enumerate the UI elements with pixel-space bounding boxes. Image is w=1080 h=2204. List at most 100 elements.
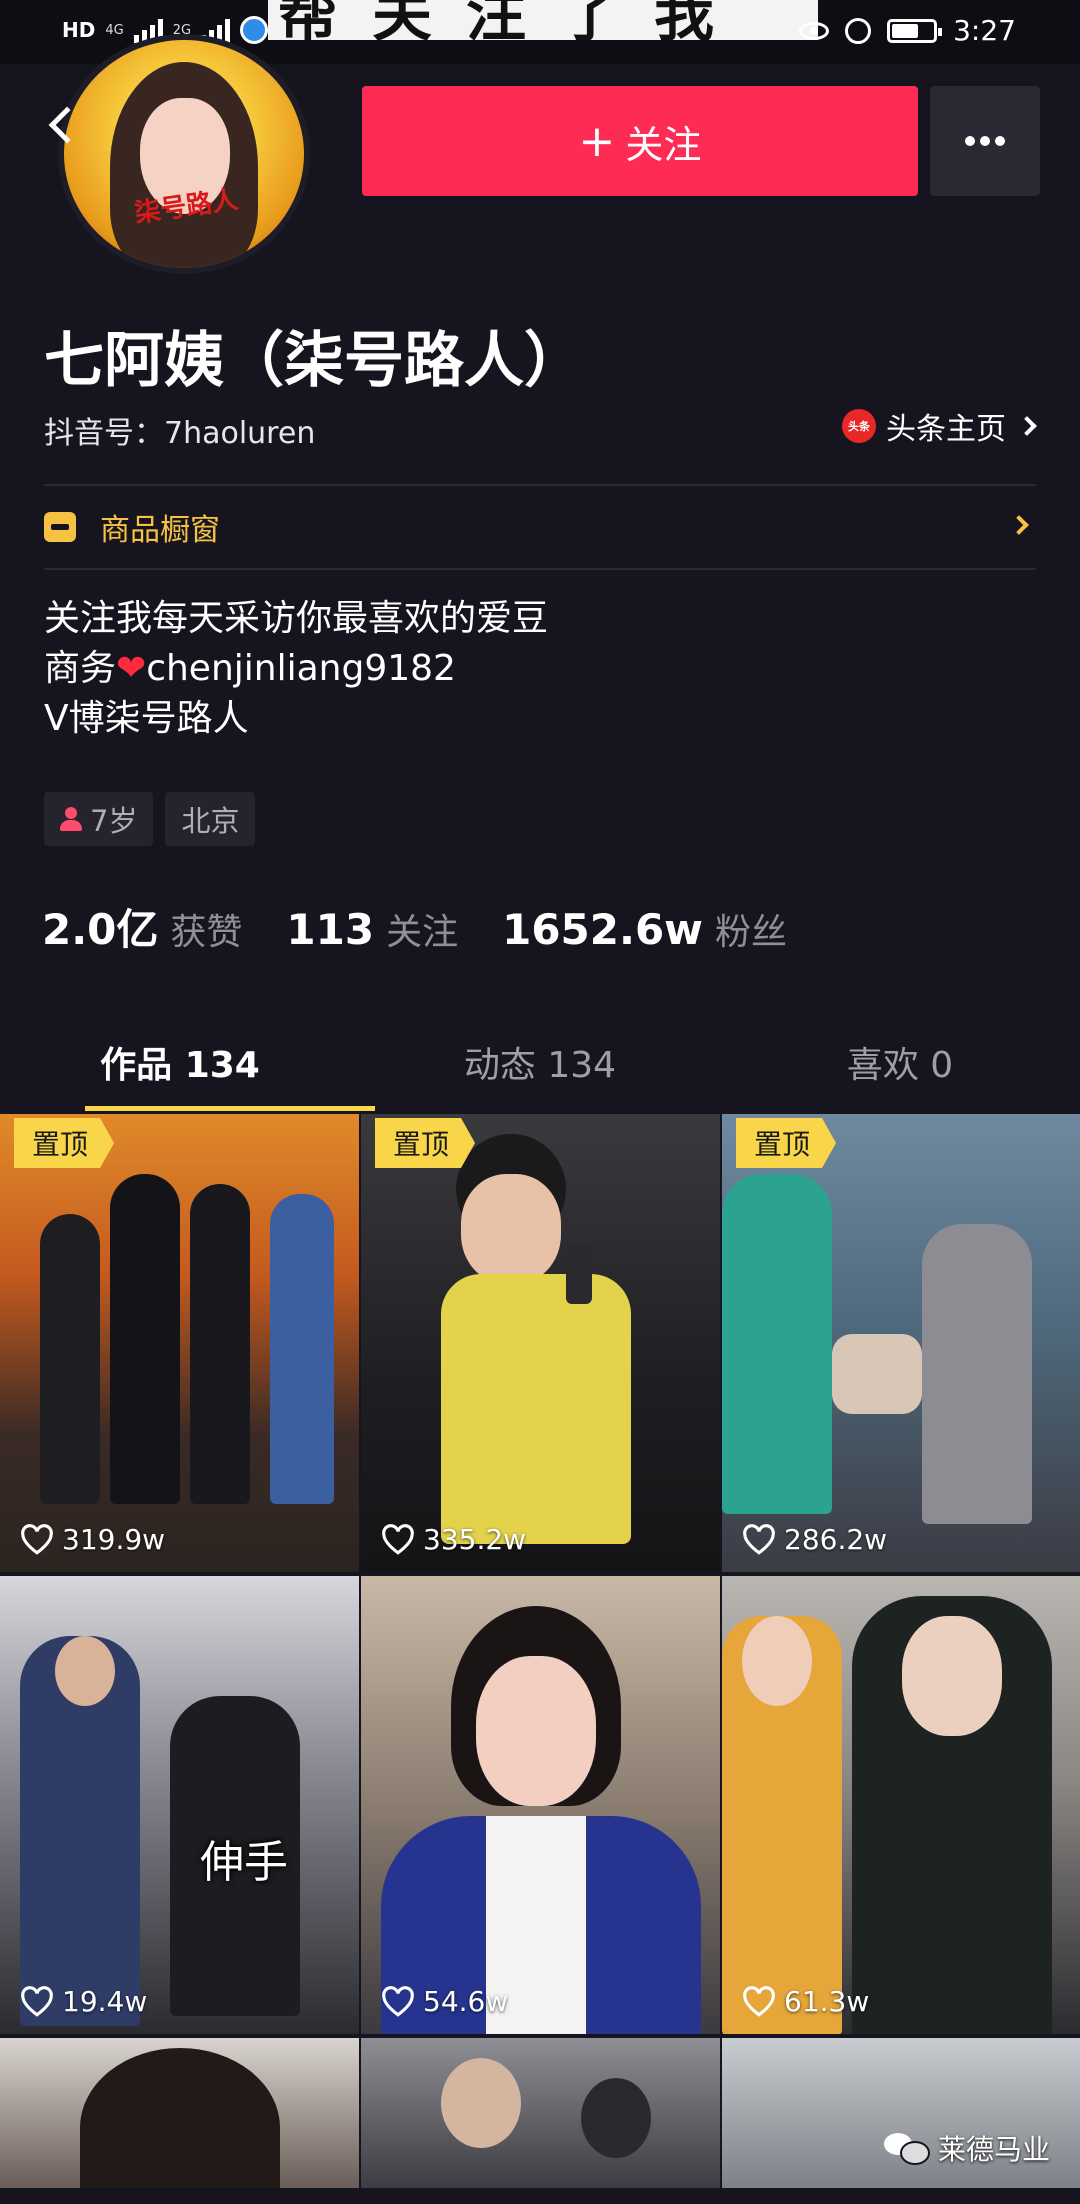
video-caption: 伸手	[200, 1837, 288, 1888]
age-tag: 7岁	[44, 792, 154, 846]
active-tab-indicator	[85, 1106, 375, 1111]
red-heart-icon: ❤	[116, 648, 147, 689]
video-tile[interactable]: 置顶 319.9w	[0, 1114, 359, 1572]
video-likes-count: 335.2w	[423, 1523, 527, 1556]
thumbnail-figure	[902, 1616, 1002, 1736]
overlay-banner-text: 帮关注了我	[278, 0, 748, 40]
profile-page: HD 4G 2G 帮关注了我 3:27 柒号路人 + 关注 七阿姨（柒号路人） …	[0, 0, 1080, 2204]
pinned-badge: 置顶	[375, 1118, 476, 1168]
video-tile[interactable]	[0, 2038, 359, 2188]
bio-contact: chenjinliang9182	[146, 648, 456, 689]
network-type-1: 4G	[105, 22, 124, 38]
video-likes: 335.2w	[381, 1523, 526, 1556]
profile-tags: 7岁 北京	[44, 792, 256, 846]
video-likes: 61.3w	[742, 1985, 869, 2018]
toutiao-label: 头条主页	[886, 412, 1006, 447]
heart-outline-icon	[382, 1523, 414, 1555]
video-grid: 置顶 319.9w 置顶 335.2w 置顶 286.2w 伸手 19.4w 5…	[0, 1114, 1080, 2188]
thumbnail-figure	[55, 1636, 115, 1706]
video-likes: 319.9w	[20, 1523, 165, 1556]
age-text: 7岁	[90, 804, 138, 838]
toutiao-logo-icon: 头条	[842, 409, 876, 443]
thumbnail-figure	[581, 2078, 651, 2158]
follow-button[interactable]: + 关注	[362, 86, 918, 196]
eye-icon	[799, 21, 830, 40]
shop-window-row[interactable]: 商品橱窗	[44, 502, 1036, 552]
city-tag: 北京	[165, 792, 256, 846]
video-tile[interactable]: 54.6w	[361, 1576, 720, 2034]
profile-stats: 2.0亿 获赞 113 关注 1652.6w 粉丝	[42, 896, 831, 957]
likes-label: 获赞	[170, 912, 243, 953]
thumbnail-figure	[190, 1184, 250, 1504]
video-likes-count: 54.6w	[423, 1985, 509, 2018]
plus-icon: +	[578, 115, 616, 167]
fans-label[interactable]: 粉丝	[715, 903, 787, 955]
thumbnail-figure	[722, 1174, 832, 1514]
nickname: 七阿姨（柒号路人）	[44, 326, 584, 396]
video-likes: 54.6w	[381, 1985, 508, 2018]
video-likes: 286.2w	[742, 1523, 887, 1556]
battery-icon	[887, 18, 943, 43]
watermark-text: 莱德马业	[937, 2133, 1050, 2166]
bio-line-1: 关注我每天采访你最喜欢的爱豆	[44, 598, 549, 639]
heart-outline-icon	[21, 1523, 53, 1555]
chevron-right-icon	[1009, 515, 1029, 535]
tab-works[interactable]: 作品 134	[0, 1010, 360, 1114]
more-options-button[interactable]	[930, 86, 1040, 196]
thumbnail-figure	[476, 1656, 596, 1806]
likes-count: 2.0亿	[42, 905, 159, 954]
female-icon	[60, 807, 82, 831]
shop-window-label: 商品橱窗	[100, 513, 220, 548]
thumbnail-figure	[461, 1174, 561, 1284]
chevron-right-icon	[1017, 416, 1037, 436]
heart-outline-icon	[21, 1985, 53, 2017]
alarm-icon	[845, 17, 872, 44]
following-label[interactable]: 关注	[386, 903, 458, 955]
thumbnail-figure	[80, 2048, 280, 2188]
video-tile[interactable]: 置顶 335.2w	[361, 1114, 720, 1572]
status-bar-right: 3:27	[799, 14, 1016, 47]
toutiao-homepage-link[interactable]: 头条 头条主页	[842, 404, 1037, 448]
bio-line-2: 商务❤chenjinliang9182	[44, 644, 548, 694]
watermark: 莱德马业	[883, 2128, 1050, 2168]
thumbnail-figure	[40, 1214, 100, 1504]
profile-tabs: 作品 134 动态 134 喜欢 0	[0, 1010, 1080, 1114]
heart-outline-icon	[743, 1523, 775, 1555]
avatar[interactable]: 柒号路人	[58, 34, 310, 274]
video-tile[interactable]: 置顶 286.2w	[722, 1114, 1080, 1572]
video-likes-count: 286.2w	[784, 1523, 888, 1556]
clock: 3:27	[953, 14, 1016, 47]
bio-business-label: 商务	[44, 648, 117, 689]
video-tile[interactable]: 伸手 19.4w	[0, 1576, 359, 2034]
thumbnail-figure	[742, 1616, 812, 1706]
city-text: 北京	[181, 804, 240, 838]
following-count[interactable]: 113	[286, 905, 374, 954]
pinned-badge: 置顶	[14, 1118, 115, 1168]
bio: 关注我每天采访你最喜欢的爱豆 商务❤chenjinliang9182 V博柒号路…	[44, 594, 548, 744]
thumbnail-figure	[441, 1274, 631, 1544]
thumbnail-figure	[110, 1174, 180, 1504]
video-tile[interactable]: 61.3w	[722, 1576, 1080, 2034]
fans-count[interactable]: 1652.6w	[502, 905, 703, 954]
thumbnail-figure	[922, 1224, 1032, 1524]
video-likes: 19.4w	[20, 1985, 147, 2018]
follow-button-label: 关注	[625, 122, 702, 167]
overlay-banner: 帮关注了我	[268, 0, 818, 40]
app-notification-icon	[240, 16, 269, 44]
pinned-badge: 置顶	[736, 1118, 837, 1168]
video-likes-count: 19.4w	[62, 1985, 148, 2018]
tab-activity[interactable]: 动态 134	[360, 1010, 720, 1114]
tab-liked[interactable]: 喜欢 0	[720, 1010, 1080, 1114]
bio-line-3: V博柒号路人	[44, 698, 249, 739]
video-likes-count: 61.3w	[784, 1985, 870, 2018]
heart-outline-icon	[743, 1985, 775, 2017]
thumbnail-figure	[441, 2058, 521, 2148]
thumbnail-figure	[832, 1334, 922, 1414]
thumbnail-figure	[270, 1194, 334, 1504]
hd-badge: HD	[62, 18, 96, 42]
douyin-id: 抖音号：7haoluren	[44, 416, 316, 451]
more-icon	[965, 136, 1005, 146]
thumbnail-figure	[566, 1244, 592, 1304]
video-likes-count: 319.9w	[62, 1523, 166, 1556]
video-tile[interactable]	[361, 2038, 720, 2188]
